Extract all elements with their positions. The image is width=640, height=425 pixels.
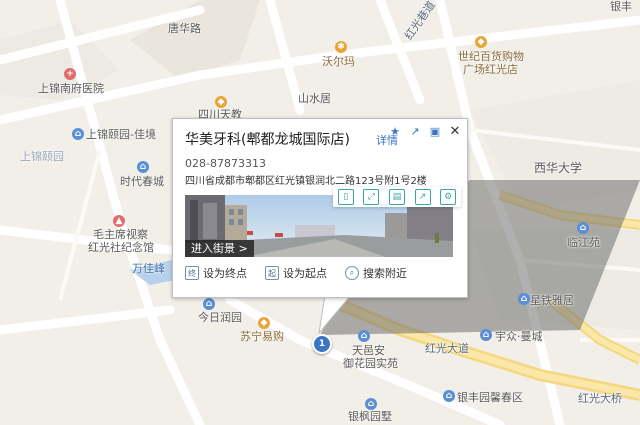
hospital-icon[interactable]: + bbox=[64, 68, 76, 80]
map-label: 沃尔玛 bbox=[322, 55, 355, 68]
map-label: 天邑安 bbox=[352, 344, 385, 357]
shopping-icon[interactable]: ✱ bbox=[335, 41, 347, 53]
map-label: 御花园实苑 bbox=[343, 357, 398, 370]
share-icon[interactable]: ↗ bbox=[407, 123, 423, 139]
street-view-button[interactable]: 进入街景 > bbox=[185, 240, 254, 257]
poi-address: 四川省成都市郫都区红光镇银润北二路123号附1号2楼 bbox=[185, 176, 427, 187]
map-label: 西华大学 bbox=[534, 161, 583, 175]
search-nearby-label: 搜索附近 bbox=[363, 267, 407, 280]
search-icon: ⌕ bbox=[345, 266, 359, 280]
residential-icon[interactable]: ⌂ bbox=[137, 161, 149, 173]
save-icon[interactable]: ▤ bbox=[388, 189, 405, 205]
map-label: 万佳峰 bbox=[132, 262, 165, 275]
map-label: 山水居 bbox=[298, 92, 331, 105]
map-label: 临江苑 bbox=[567, 236, 600, 249]
car-icon[interactable]: ▣ bbox=[427, 123, 443, 139]
map-label: 上锦南府医院 bbox=[38, 82, 104, 95]
location-marker[interactable]: 1 bbox=[312, 334, 332, 354]
favorite-star-icon[interactable]: ★ bbox=[387, 123, 403, 139]
end-point-icon: 终 bbox=[185, 266, 199, 280]
map-label: 银丰园馨春区 bbox=[457, 391, 523, 404]
set-start-button[interactable]: 起 设为起点 bbox=[265, 265, 327, 281]
road-label: 红光大桥 bbox=[578, 392, 622, 405]
popup-actions: 终 设为终点 起 设为起点 ⌕ 搜索附近 bbox=[185, 265, 407, 281]
map-label: 星铁雅居 bbox=[530, 294, 574, 307]
map-label: 上锦颐园 bbox=[20, 150, 64, 163]
map-label: 今日润园 bbox=[198, 311, 242, 324]
map-label: 银枫园墅 bbox=[348, 410, 392, 423]
poi-phone: 028-87873313 bbox=[185, 157, 266, 170]
map-label: 上锦颐园-佳境 bbox=[86, 128, 156, 141]
road-label: 红光大道 bbox=[425, 342, 469, 355]
search-nearby-button[interactable]: ⌕ 搜索附近 bbox=[345, 265, 407, 281]
map-label: 红光社纪念馆 bbox=[88, 241, 154, 254]
poi-title: 华美牙科(郫都龙城国际店) bbox=[185, 132, 350, 148]
residential-icon[interactable]: ⌂ bbox=[577, 222, 589, 234]
shopping-icon[interactable]: ◆ bbox=[475, 36, 487, 48]
close-icon[interactable]: ✕ bbox=[447, 123, 463, 139]
map-canvas[interactable]: 唐华路 红光巷道 沃尔玛 世纪百货购物 广场红光店 上锦南府医院 四川天教 山水… bbox=[0, 0, 640, 425]
residential-icon[interactable]: ⌂ bbox=[203, 298, 215, 310]
education-icon[interactable]: ◆ bbox=[215, 96, 227, 108]
popup-header-icons: ★ ↗ ▣ ✕ bbox=[387, 123, 463, 139]
start-point-icon: 起 bbox=[265, 266, 279, 280]
settings-icon[interactable]: ⚙ bbox=[440, 189, 457, 205]
map-label: 宇众·曼城 bbox=[495, 330, 543, 343]
set-end-button[interactable]: 终 设为终点 bbox=[185, 265, 247, 281]
map-label: 时代春城 bbox=[120, 175, 164, 188]
map-label: 唐华路 bbox=[168, 22, 201, 35]
poi-info-popup: 华美牙科(郫都龙城国际店) 详情 ★ ↗ ▣ ✕ 028-87873313 四川… bbox=[172, 118, 468, 298]
residential-icon[interactable]: ⌂ bbox=[518, 293, 530, 305]
residential-icon[interactable]: ⌂ bbox=[358, 330, 370, 342]
residential-icon[interactable]: ⌂ bbox=[480, 329, 492, 341]
residential-icon[interactable]: ⌂ bbox=[443, 390, 455, 402]
map-label: 广场红光店 bbox=[463, 63, 518, 76]
phone-icon[interactable]: ▯ bbox=[337, 189, 354, 205]
fullscreen-icon[interactable]: ⤢ bbox=[363, 189, 380, 205]
set-start-label: 设为起点 bbox=[283, 267, 327, 280]
landmark-icon[interactable]: ▲ bbox=[113, 215, 125, 227]
map-label: 苏宁易购 bbox=[240, 330, 284, 343]
residential-icon[interactable]: ⌂ bbox=[72, 128, 84, 140]
photo-toolbar: ▯ ⤢ ▤ ↗ ⚙ bbox=[333, 187, 461, 207]
set-end-label: 设为终点 bbox=[203, 267, 247, 280]
residential-icon[interactable]: ⌂ bbox=[365, 398, 377, 410]
map-label: 银丰 bbox=[610, 0, 632, 13]
map-label: 世纪百货购物 bbox=[458, 50, 524, 63]
share-icon[interactable]: ↗ bbox=[414, 189, 431, 205]
map-label: 毛主席视察 bbox=[93, 228, 148, 241]
shopping-icon[interactable]: ◆ bbox=[258, 317, 270, 329]
